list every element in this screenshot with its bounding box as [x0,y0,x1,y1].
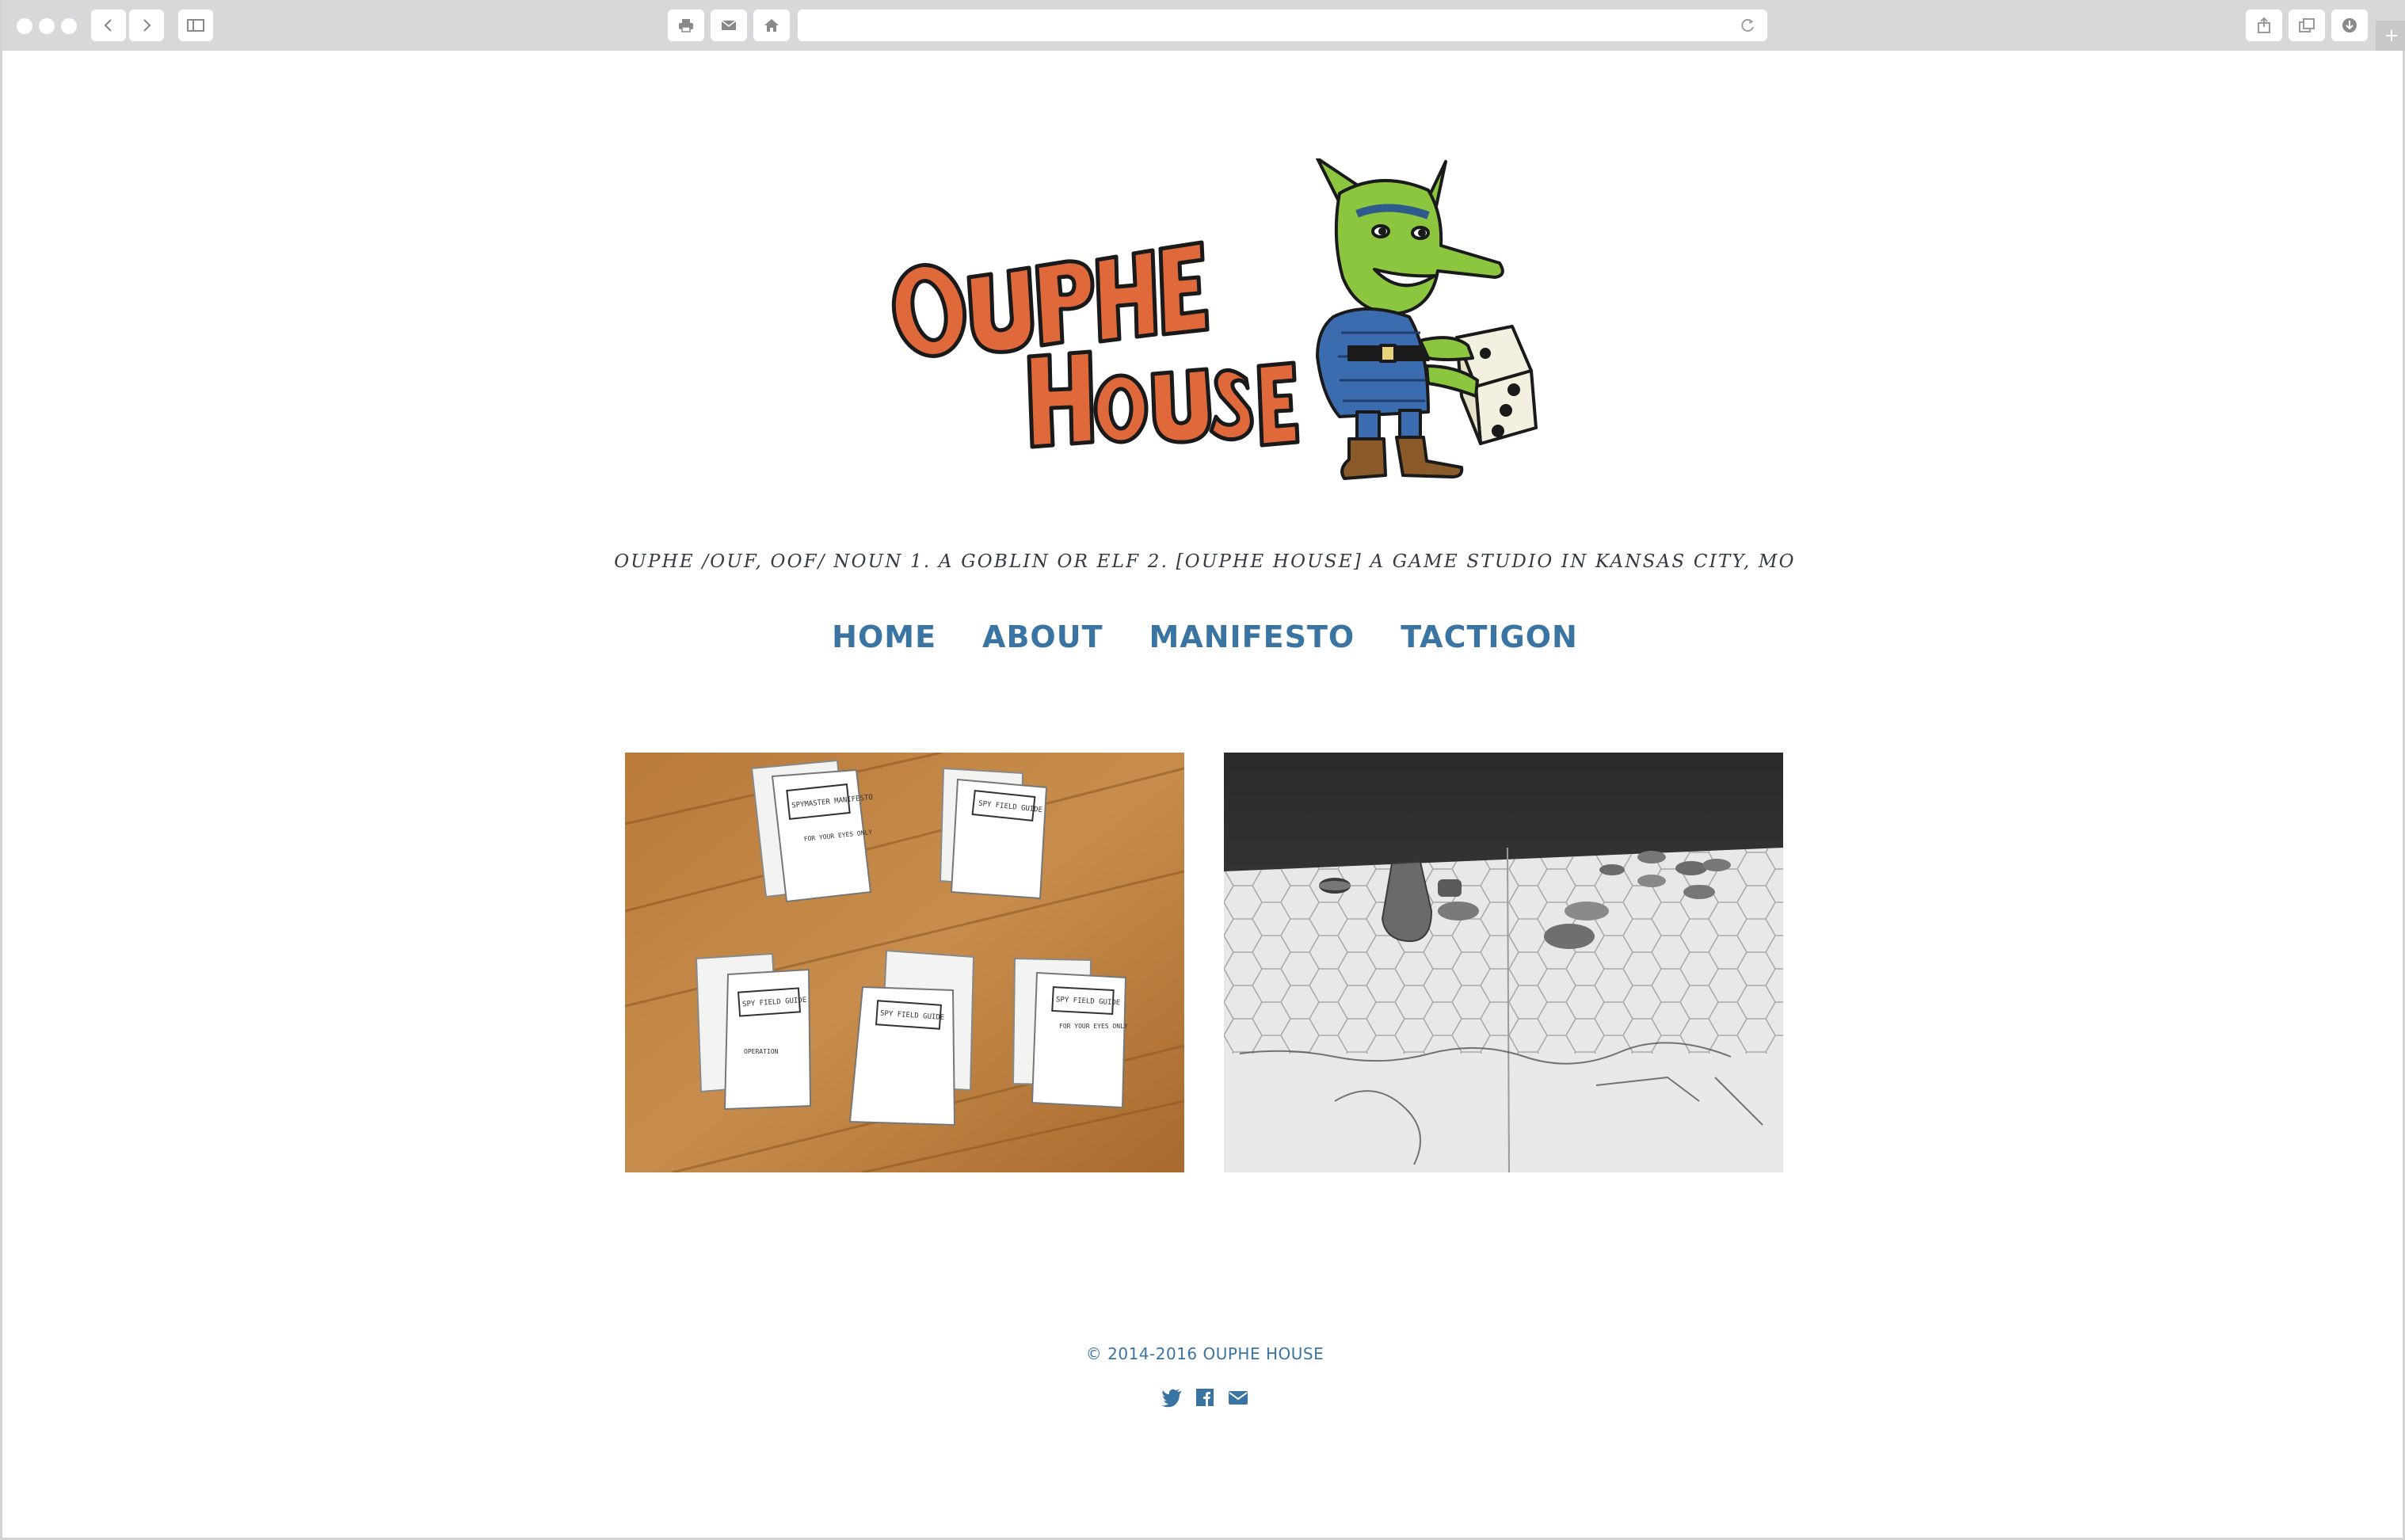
nav-home[interactable]: HOME [832,619,936,654]
booklet-subtitle: FOR YOUR EYES ONLY [1059,1023,1128,1030]
logo-wordmark [891,240,1300,449]
mail-button[interactable] [711,10,747,41]
downloads-button[interactable] [2331,10,2368,41]
hex-board-image [1224,753,1783,1172]
tabs-icon [2299,18,2315,32]
social-links [2,1386,2405,1408]
nav-manifesto[interactable]: MANIFESTO [1149,619,1355,654]
goblin-illustration [1316,157,1538,480]
browser-toolbar [2,0,2405,51]
nav-tactigon[interactable]: TACTIGON [1401,619,1578,654]
download-icon [2342,18,2357,32]
booklets-image: SPYMASTER MANIFESTO FOR YOUR EYES ONLY S… [625,753,1184,1172]
zoom-window-dot[interactable] [61,18,77,34]
printer-icon [679,19,693,32]
reload-icon[interactable] [1740,17,1756,33]
forward-button[interactable] [129,10,164,41]
facebook-icon[interactable] [1194,1386,1216,1408]
spy-field-guide-booklets-photo[interactable]: SPYMASTER MANIFESTO FOR YOUR EYES ONLY S… [625,753,1184,1172]
site-tagline: OUPHE /OUF, OOF/ NOUN 1. A GOBLIN OR ELF… [614,551,1796,572]
chevron-right-icon [143,19,151,32]
tabs-overview-button[interactable] [2289,10,2325,41]
print-button[interactable] [668,10,704,41]
ouphe-house-logo [891,157,1538,480]
site-logo[interactable] [874,157,1555,491]
browser-window: OUPHE /OUF, OOF/ NOUN 1. A GOBLIN OR ELF… [0,0,2405,1540]
chevron-left-icon [104,19,112,32]
main-nav: HOME ABOUT MANIFESTO TACTIGON [2,619,2405,654]
footer-copyright: © 2014-2016 OUPHE HOUSE [1085,1344,1324,1363]
booklet-operation: OPERATION [744,1048,779,1055]
close-window-dot[interactable] [17,18,32,34]
booklet-stack-top-right: SPY FIELD GUIDE [939,767,1048,900]
booklet-stack-top-left: SPYMASTER MANIFESTO FOR YOUR EYES ONLY [750,759,873,903]
sidebar-icon [187,19,204,32]
envelope-icon [721,20,737,30]
booklet-stack-bottom-left: SPY FIELD GUIDE OPERATION [695,952,812,1111]
tactigon-hex-board-photo[interactable] [1224,753,1783,1172]
home-icon [764,19,779,32]
home-button[interactable] [753,10,790,41]
share-icon [2258,17,2270,33]
minimize-window-dot[interactable] [39,18,55,34]
email-icon[interactable] [1227,1386,1249,1408]
twitter-icon[interactable] [1161,1386,1183,1408]
address-bar[interactable] [798,10,1767,41]
plus-icon [2386,30,2397,41]
sidebar-button[interactable] [178,10,213,41]
back-button[interactable] [91,10,126,41]
nav-about[interactable]: ABOUT [982,619,1103,654]
share-button[interactable] [2246,10,2282,41]
new-tab-button[interactable] [2376,21,2405,51]
